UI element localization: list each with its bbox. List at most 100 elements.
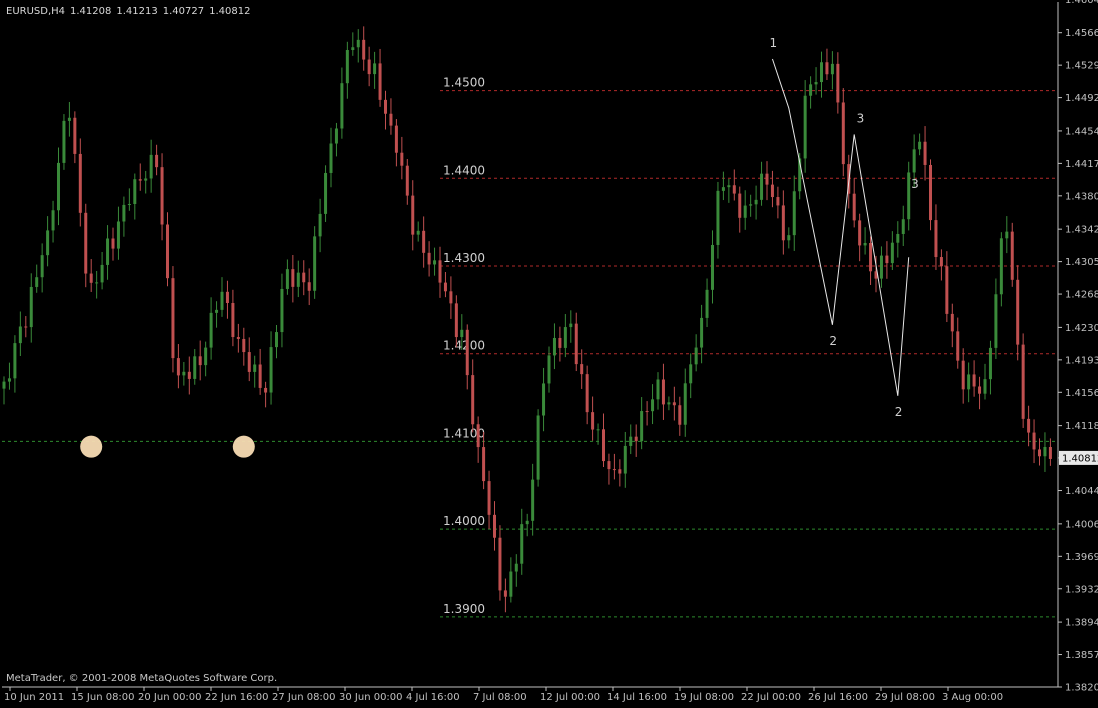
candle-body (356, 39, 360, 48)
candle-body (640, 411, 644, 442)
candle-body (215, 309, 219, 313)
candle-body (187, 371, 191, 379)
candle-body (1016, 279, 1020, 345)
wave-label: 2 (895, 405, 903, 419)
price-tick-label: 1.41180 (1065, 421, 1098, 432)
candle-body (144, 178, 148, 181)
candle-body (934, 220, 938, 258)
time-tick-label: 20 Jun 00:00 (138, 692, 202, 703)
candle-body (362, 39, 366, 60)
candle-body (585, 374, 589, 413)
candle-body (405, 165, 409, 196)
candle-body (2, 381, 6, 389)
candle-body (280, 288, 284, 333)
price-tick-label: 1.44540 (1065, 126, 1098, 137)
price-tick-label: 1.44170 (1065, 159, 1098, 170)
candle-body (542, 383, 546, 416)
time-tick-label: 27 Jun 08:00 (272, 692, 336, 703)
candle-body (389, 113, 393, 126)
candle-body (460, 329, 464, 338)
price-tick-label: 1.44920 (1065, 93, 1098, 104)
candle-body (836, 63, 840, 103)
symbol-timeframe: EURUSD,H4 (6, 6, 66, 17)
candle-body (498, 537, 502, 591)
candle-body (127, 203, 131, 205)
price-tick-label: 1.41930 (1065, 355, 1098, 366)
candle-body (313, 236, 317, 291)
candle-body (493, 514, 496, 538)
candle-body (40, 255, 44, 278)
candle-body (711, 244, 714, 290)
candle-body (1043, 447, 1047, 457)
candle-body (264, 387, 268, 393)
chart-header: EURUSD,H4 1.41208 1.41213 1.40727 1.40812 (6, 6, 255, 17)
candle-body (923, 141, 927, 165)
copyright-notice: MetaTrader, © 2001-2008 MetaQuotes Softw… (6, 673, 278, 684)
price-tick-label: 1.45290 (1065, 61, 1098, 72)
level-label: 1.4200 (443, 339, 485, 353)
candle-body (182, 371, 186, 376)
support-marker (232, 435, 255, 458)
candle-body (667, 402, 671, 405)
candle-body (978, 386, 982, 394)
candle-body (830, 63, 834, 75)
time-tick-label: 30 Jun 00:00 (339, 692, 403, 703)
candle-body (373, 63, 377, 75)
candle-body (443, 282, 447, 292)
candle-body (51, 210, 55, 231)
candle-body (449, 291, 453, 304)
price-tick-label: 1.40060 (1065, 519, 1098, 530)
candle-body (754, 199, 758, 205)
candle-body (841, 102, 845, 165)
candle-body (236, 337, 240, 339)
candle-body (46, 230, 50, 256)
price-tick-label: 1.41560 (1065, 388, 1098, 399)
candle-body (269, 347, 273, 393)
candle-body (78, 153, 82, 213)
candle-body (176, 358, 180, 376)
candle-body (116, 221, 120, 249)
candle-body (809, 84, 813, 96)
candle-body (825, 62, 829, 75)
candle-body (945, 266, 949, 314)
candle-body (765, 173, 769, 185)
price-chart[interactable]: 1.46040 1.45660 1.45290 1.44920 1.44540 1.441… (0, 0, 1098, 704)
time-tick-label: 7 Jul 08:00 (473, 692, 527, 703)
candle-body (596, 429, 600, 431)
candle-body (858, 220, 862, 246)
support-marker (80, 435, 103, 458)
price-tick-label: 1.38940 (1065, 618, 1098, 629)
candle-body (275, 332, 278, 348)
time-tick-label: 14 Jul 16:00 (607, 692, 667, 703)
price-tick-label: 1.43800 (1065, 191, 1098, 202)
candle-body (547, 355, 551, 384)
candle-body (705, 289, 709, 318)
candle-body (433, 260, 437, 265)
candle-body (580, 364, 584, 375)
candle-body (694, 347, 698, 365)
candle-body (454, 303, 458, 338)
candle-body (749, 204, 753, 206)
candle-body (956, 331, 960, 361)
candle-body (345, 50, 349, 84)
candle-body (291, 269, 295, 287)
candle-body (602, 429, 605, 462)
candle-body (509, 571, 513, 597)
candle-body (787, 235, 791, 241)
candle-body (89, 273, 93, 283)
chart-canvas[interactable]: 1.46040 1.45660 1.45290 1.44920 1.44540 1.441… (0, 0, 1098, 704)
candle-body (204, 347, 208, 366)
candle-body (231, 303, 235, 338)
candle-body (814, 82, 818, 85)
candle-body (629, 436, 633, 446)
candle-body (961, 360, 965, 390)
candle-body (607, 461, 611, 470)
candle-body (220, 291, 224, 310)
candle-body (1010, 231, 1014, 280)
candle-body (738, 193, 742, 218)
price-tick-label: 1.39690 (1065, 552, 1098, 563)
candle-body (732, 185, 736, 194)
candle-body (716, 190, 720, 245)
candle-body (574, 323, 578, 365)
level-label: 1.4000 (443, 514, 485, 528)
